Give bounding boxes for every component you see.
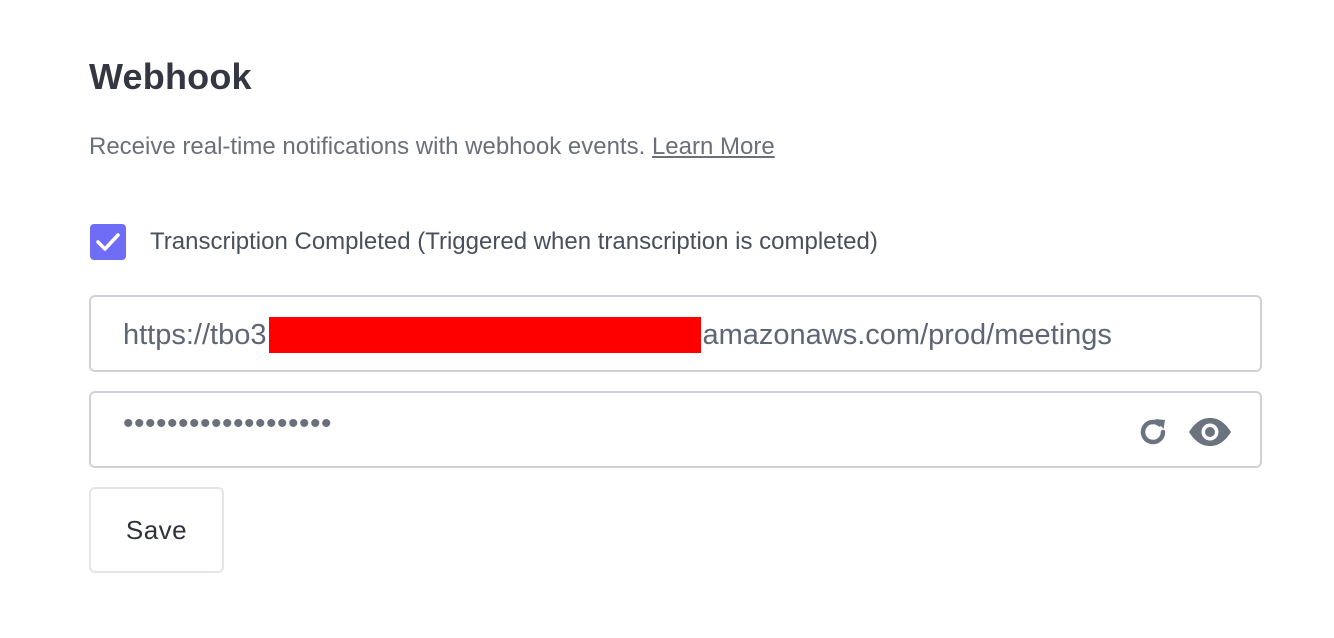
webhook-secret-input[interactable]: ••••••••••••••••••• — [89, 391, 1262, 468]
learn-more-link[interactable]: Learn More — [652, 133, 775, 160]
event-checkbox-row[interactable]: Transcription Completed (Triggered when … — [90, 224, 878, 260]
url-suffix: amazonaws.com/prod/meetings — [702, 318, 1112, 351]
checkmark-icon — [96, 233, 120, 251]
refresh-icon[interactable] — [1133, 413, 1173, 451]
webhook-url-input[interactable]: https://tbo3 amazonaws.com/prod/meetings — [89, 295, 1262, 372]
url-prefix: https://tbo3 — [123, 318, 267, 351]
description: Receive real-time notifications with web… — [89, 133, 775, 161]
save-button[interactable]: Save — [89, 487, 224, 573]
eye-icon[interactable] — [1187, 413, 1233, 451]
checkbox-label: Transcription Completed (Triggered when … — [150, 228, 878, 255]
transcription-completed-checkbox[interactable] — [90, 224, 126, 260]
description-text: Receive real-time notifications with web… — [89, 133, 646, 160]
secret-masked-value: ••••••••••••••••••• — [123, 407, 333, 440]
redaction-block — [268, 317, 701, 353]
page-title: Webhook — [89, 56, 252, 97]
webhook-url-value: https://tbo3 amazonaws.com/prod/meetings — [123, 317, 1112, 353]
